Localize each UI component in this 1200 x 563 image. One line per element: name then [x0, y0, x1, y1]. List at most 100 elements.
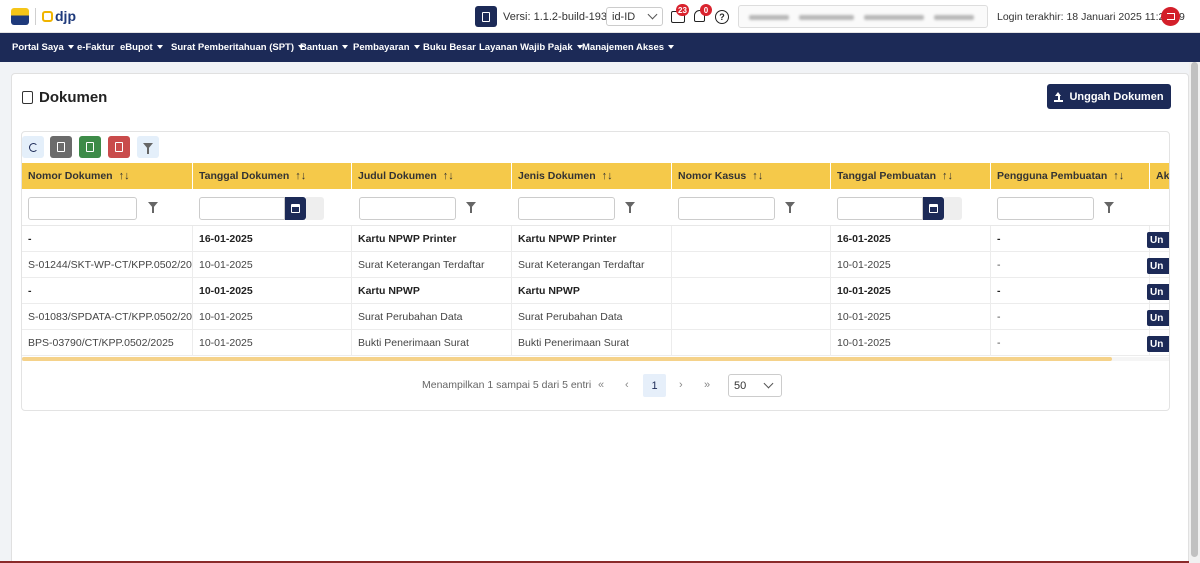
- row-action-button[interactable]: Un: [1147, 232, 1169, 248]
- table-row[interactable]: - 16-01-2025 Kartu NPWP Printer Kartu NP…: [22, 226, 1169, 252]
- page-1-button[interactable]: 1: [643, 374, 666, 397]
- clear-filter-button[interactable]: [137, 136, 159, 158]
- filter-tanggal-pembuatan-input[interactable]: [837, 197, 923, 220]
- cell-tanggal-dokumen: 10-01-2025: [193, 252, 352, 278]
- cell-nomor-kasus: [672, 226, 831, 252]
- column-header-judul-dokumen[interactable]: Judul Dokumen ↑↓: [352, 163, 512, 189]
- logout-button[interactable]: [1161, 7, 1180, 26]
- upload-document-button[interactable]: Unggah Dokumen: [1047, 84, 1171, 109]
- column-header-tanggal-dokumen[interactable]: Tanggal Dokumen ↑↓: [193, 163, 352, 189]
- scrollbar-thumb[interactable]: [1191, 62, 1198, 557]
- filter-judul-dokumen-input[interactable]: [359, 197, 456, 220]
- rows-per-page-select[interactable]: 50: [728, 374, 782, 397]
- notification-badge: 0: [700, 4, 712, 16]
- sort-icon[interactable]: ↑↓: [295, 170, 306, 182]
- sort-icon[interactable]: ↑↓: [443, 170, 454, 182]
- nav-item-e-faktur[interactable]: e-Faktur: [77, 42, 114, 53]
- column-header-nomor-kasus[interactable]: Nomor Kasus ↑↓: [672, 163, 831, 189]
- nav-item-spt[interactable]: Surat Pemberitahuan (SPT): [171, 42, 304, 53]
- filter-icon[interactable]: [148, 202, 158, 213]
- upload-icon: [1054, 91, 1064, 102]
- table-row[interactable]: BPS-03790/CT/KPP.0502/2025 10-01-2025 Bu…: [22, 330, 1169, 356]
- nav-item-pembayaran[interactable]: Pembayaran: [353, 42, 420, 53]
- last-login: Login terakhir: 18 Januari 2025 11:23:29: [997, 11, 1185, 23]
- filter-nomor-dokumen-input[interactable]: [28, 197, 137, 220]
- nav-item-ebupot[interactable]: eBupot: [120, 42, 163, 53]
- filter-icon[interactable]: [625, 202, 635, 213]
- language-select[interactable]: id-ID: [606, 7, 663, 26]
- export-excel-button[interactable]: [79, 136, 101, 158]
- file-icon: [57, 142, 65, 152]
- filter-button-disabled: [306, 197, 324, 220]
- prev-page-button[interactable]: ‹: [625, 379, 629, 391]
- nav-label: e-Faktur: [77, 42, 115, 53]
- calendar-button[interactable]: [285, 197, 306, 220]
- djp-logo-text: djp: [55, 8, 76, 24]
- filter-row: [22, 189, 1169, 226]
- cell-jenis-dokumen: Surat Perubahan Data: [512, 304, 672, 330]
- table-row[interactable]: S-01083/SPDATA-CT/KPP.0502/2025 10-01-20…: [22, 304, 1169, 330]
- column-header-jenis-dokumen[interactable]: Jenis Dokumen ↑↓: [512, 163, 672, 189]
- top-header: djp Versi: 1.1.2-build-1931 id-ID 23 0 ?…: [0, 0, 1200, 33]
- cell-judul-dokumen: Surat Perubahan Data: [352, 304, 512, 330]
- page-vertical-scrollbar[interactable]: [1189, 62, 1200, 563]
- filter-tanggal-dokumen-input[interactable]: [199, 197, 285, 220]
- cell-tanggal-pembuatan: 10-01-2025: [831, 278, 991, 304]
- redacted-text: [799, 15, 854, 20]
- calendar-icon: [929, 204, 938, 213]
- row-action-button[interactable]: Un: [1147, 284, 1169, 300]
- filter-icon[interactable]: [1104, 202, 1114, 213]
- inbox-badge: 23: [676, 4, 689, 16]
- filter-nomor-kasus-input[interactable]: [678, 197, 775, 220]
- column-header-nomor-dokumen[interactable]: Nomor Dokumen ↑↓: [22, 163, 193, 189]
- sort-icon[interactable]: ↑↓: [752, 170, 763, 182]
- caret-down-icon: [67, 45, 74, 50]
- help-icon[interactable]: ?: [715, 10, 729, 24]
- export-document-button[interactable]: [50, 136, 72, 158]
- calendar-button[interactable]: [923, 197, 944, 220]
- nav-item-buku-besar[interactable]: Buku Besar: [423, 42, 476, 53]
- sort-icon[interactable]: ↑↓: [942, 170, 953, 182]
- next-page-button[interactable]: ›: [679, 379, 683, 391]
- document-icon-button[interactable]: [475, 6, 497, 27]
- cell-pengguna-pembuatan: -: [991, 330, 1150, 356]
- nav-item-bantuan[interactable]: Bantuan: [300, 42, 348, 53]
- cell-pengguna-pembuatan: -: [991, 226, 1150, 252]
- sort-icon[interactable]: ↑↓: [119, 170, 130, 182]
- last-page-button[interactable]: »: [704, 379, 710, 391]
- sort-icon[interactable]: ↑↓: [1113, 170, 1124, 182]
- row-action-button[interactable]: Un: [1147, 336, 1169, 352]
- export-pdf-button[interactable]: [108, 136, 130, 158]
- caret-down-icon: [156, 45, 163, 50]
- column-header-tanggal-pembuatan[interactable]: Tanggal Pembuatan ↑↓: [831, 163, 991, 189]
- table-row[interactable]: - 10-01-2025 Kartu NPWP Kartu NPWP 10-01…: [22, 278, 1169, 304]
- scrollbar-thumb[interactable]: [22, 357, 1112, 361]
- user-info-redacted: [738, 5, 988, 28]
- document-table-panel: Nomor Dokumen ↑↓ Tanggal Dokumen ↑↓ Judul …: [21, 131, 1170, 411]
- nav-item-manajemen-akses[interactable]: Manajemen Akses: [582, 42, 675, 53]
- table-row[interactable]: S-01244/SKT-WP-CT/KPP.0502/2025 10-01-20…: [22, 252, 1169, 278]
- filter-icon[interactable]: [785, 202, 795, 213]
- sort-icon[interactable]: ↑↓: [602, 170, 613, 182]
- filter-jenis-dokumen-input[interactable]: [518, 197, 615, 220]
- nav-label: Portal Saya: [12, 42, 64, 53]
- column-label: Nomor Dokumen: [28, 170, 113, 182]
- horizontal-scrollbar[interactable]: [22, 357, 1169, 361]
- nav-item-layanan-wajib-pajak[interactable]: Layanan Wajib Pajak: [479, 42, 583, 53]
- cell-pengguna-pembuatan: -: [991, 252, 1150, 278]
- cell-judul-dokumen: Kartu NPWP: [352, 278, 512, 304]
- row-action-button[interactable]: Un: [1147, 258, 1169, 274]
- nav-label: Pembayaran: [353, 42, 410, 53]
- filter-icon[interactable]: [466, 202, 476, 213]
- first-page-button[interactable]: «: [598, 379, 604, 391]
- cell-jenis-dokumen: Surat Keterangan Terdaftar: [512, 252, 672, 278]
- refresh-button[interactable]: [22, 136, 44, 158]
- nav-item-portal-saya[interactable]: Portal Saya: [12, 42, 74, 53]
- nav-label: Manajemen Akses: [582, 42, 665, 53]
- column-header-pengguna-pembuatan[interactable]: Pengguna Pembuatan ↑↓: [991, 163, 1150, 189]
- filter-pengguna-pembuatan-input[interactable]: [997, 197, 1094, 220]
- redacted-text: [864, 15, 924, 20]
- cell-nomor-kasus: [672, 304, 831, 330]
- row-action-button[interactable]: Un: [1147, 310, 1169, 326]
- djp-logo[interactable]: djp: [42, 6, 76, 26]
